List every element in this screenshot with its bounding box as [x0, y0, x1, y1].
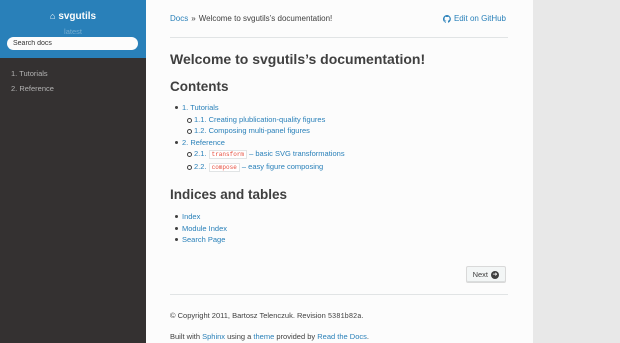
- toc-number: 2.1.: [194, 149, 207, 158]
- toc-link-multi-panel[interactable]: 1.2. Composing multi-panel figures: [194, 126, 310, 135]
- list-item: 2.1. transform – basic SVG transformatio…: [186, 148, 508, 161]
- footer: © Copyright 2011, Bartosz Telenczuk. Rev…: [170, 306, 369, 343]
- search-page-link[interactable]: Search Page: [182, 235, 225, 244]
- page-background: [533, 0, 620, 343]
- sphinx-link[interactable]: Sphinx: [202, 332, 225, 341]
- theme-link[interactable]: theme: [253, 332, 274, 341]
- project-home-link[interactable]: ⌂ svgutils: [50, 11, 96, 22]
- code-compose: compose: [208, 162, 240, 172]
- list-item: 1.2. Composing multi-panel figures: [186, 125, 508, 137]
- edit-on-github-link[interactable]: Edit on GitHub: [442, 14, 506, 23]
- breadcrumb: Docs» Welcome to svgutils’s documentation…: [170, 0, 508, 38]
- list-item: Search Page: [174, 234, 508, 246]
- github-link-label: Edit on GitHub: [453, 14, 506, 23]
- table-of-contents: 1. Tutorials 1.1. Creating plublication-…: [174, 102, 508, 173]
- toc-link-publication-figures[interactable]: 1.1. Creating plublication-quality figur…: [194, 115, 325, 124]
- search-input[interactable]: [7, 37, 138, 50]
- revision-hash: 5381b82a: [327, 313, 362, 321]
- toc-text: – basic SVG transformations: [249, 149, 345, 158]
- sidebar-nav: 1. Tutorials 2. Reference: [0, 66, 146, 96]
- github-icon: [442, 14, 451, 23]
- toc-text: – easy figure composing: [241, 161, 324, 171]
- home-icon: ⌂: [49, 11, 56, 21]
- toc-number: 2.2.: [194, 161, 207, 171]
- contents-heading: Contents: [170, 79, 229, 94]
- read-the-docs-link[interactable]: Read the Docs: [317, 332, 367, 341]
- toc-link-compose[interactable]: 2.2. compose – easy figure composing: [194, 161, 324, 172]
- toc-link-transform[interactable]: 2.1. transform – basic SVG transformatio…: [194, 149, 345, 159]
- built-with-line: Built with Sphinx using a theme provided…: [170, 327, 369, 343]
- indices-list: Index Module Index Search Page: [174, 211, 508, 246]
- sidebar: ⌂ svgutils latest 1. Tutorials 2. Refere…: [0, 0, 146, 343]
- breadcrumb-current: Welcome to svgutils’s documentation!: [198, 14, 333, 23]
- index-link[interactable]: Index: [182, 212, 200, 221]
- copyright-line: © Copyright 2011, Bartosz Telenczuk. Rev…: [170, 306, 369, 327]
- period: .: [366, 332, 369, 341]
- sidebar-item-reference[interactable]: 2. Reference: [0, 81, 146, 96]
- list-item: Module Index: [174, 223, 508, 235]
- next-label: Next: [472, 270, 488, 279]
- main-content: Docs» Welcome to svgutils’s documentation…: [146, 0, 533, 343]
- using-text: using a: [227, 332, 252, 341]
- list-item: Index: [174, 211, 508, 223]
- sidebar-item-tutorials[interactable]: 1. Tutorials: [0, 66, 146, 81]
- footer-divider: [170, 294, 508, 295]
- provided-by-text: provided by: [276, 332, 316, 341]
- list-item: 1.1. Creating plublication-quality figur…: [186, 114, 508, 126]
- copyright-text: © Copyright 2011, Bartosz Telenczuk. Rev…: [170, 311, 326, 320]
- period: .: [361, 311, 364, 320]
- module-index-link[interactable]: Module Index: [182, 224, 227, 233]
- list-item: 1. Tutorials 1.1. Creating plublication-…: [174, 102, 508, 137]
- breadcrumb-docs-link[interactable]: Docs: [170, 14, 188, 23]
- list-item: 2.2. compose – easy figure composing: [186, 161, 508, 174]
- version-label: latest: [64, 27, 82, 36]
- breadcrumb-separator: »: [191, 14, 196, 23]
- toc-link-tutorials[interactable]: 1. Tutorials: [182, 103, 219, 112]
- code-transform: transform: [208, 150, 248, 159]
- page-title: Welcome to svgutils’s documentation!: [170, 51, 426, 67]
- arrow-right-icon: ➜: [491, 270, 499, 279]
- next-button[interactable]: Next ➜: [465, 266, 506, 283]
- toc-link-reference[interactable]: 2. Reference: [182, 138, 225, 147]
- sidebar-header: ⌂ svgutils latest: [0, 0, 146, 58]
- indices-heading: Indices and tables: [170, 187, 288, 202]
- built-with-text: Built with: [170, 332, 201, 341]
- list-item: 2. Reference 2.1. transform – basic SVG …: [174, 137, 508, 174]
- project-name: svgutils: [58, 10, 97, 22]
